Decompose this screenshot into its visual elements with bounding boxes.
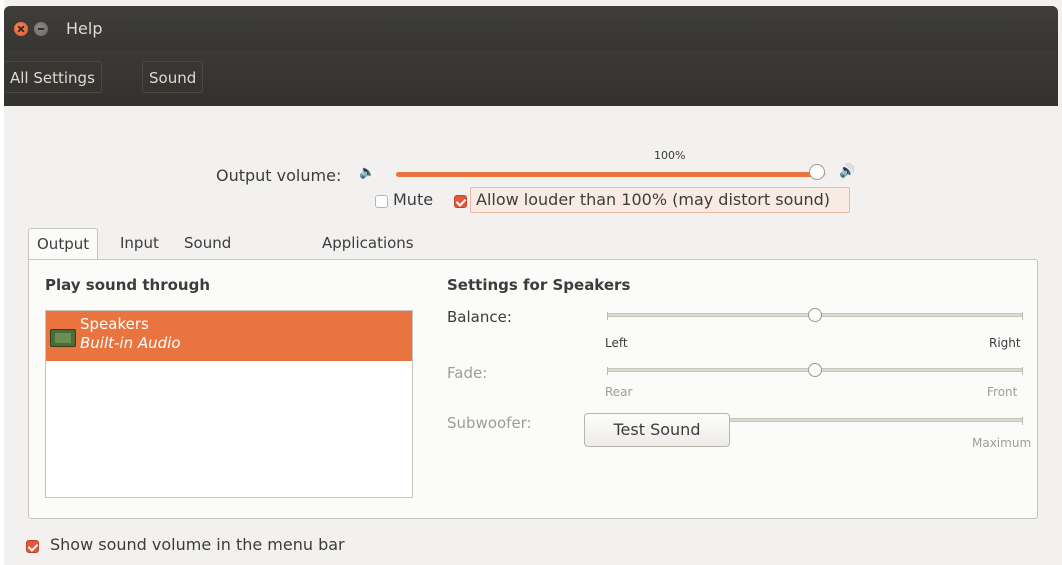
speaker-high-icon: 🔊: [839, 164, 856, 179]
breadcrumb-all-settings[interactable]: All Settings: [4, 61, 102, 93]
tab-output[interactable]: Output: [28, 228, 99, 260]
breadcrumb-sound[interactable]: Sound: [142, 61, 204, 93]
mute-checkbox[interactable]: [375, 195, 388, 208]
play-sound-through-title: Play sound through: [45, 276, 210, 294]
output-volume-slider[interactable]: [396, 172, 826, 177]
toolbar: All Settings Sound: [4, 50, 1058, 106]
balance-min-label: Left: [605, 336, 628, 350]
device-row-speakers[interactable]: Speakers Built-in Audio: [46, 311, 412, 361]
fade-label: Fade:: [447, 364, 488, 382]
fade-max-label: Front: [987, 385, 1018, 399]
volume-percent: 100%: [654, 149, 686, 162]
settings-for-speakers-title: Settings for Speakers: [447, 276, 631, 294]
tab-sound-effects[interactable]: Sound Effects: [176, 228, 243, 282]
tab-applications[interactable]: Applications: [314, 228, 422, 260]
output-volume-label: Output volume:: [216, 166, 342, 185]
subwoofer-right-end: [1022, 417, 1023, 425]
tab-input[interactable]: Input: [112, 228, 167, 260]
balance-label: Balance:: [447, 308, 512, 326]
titlebar: Help: [4, 6, 1058, 50]
speaker-low-icon: 🔈: [359, 165, 376, 180]
allow-louder-checkbox[interactable]: [454, 195, 467, 208]
allow-louder-label[interactable]: Allow louder than 100% (may distort soun…: [476, 190, 830, 209]
device-description: Built-in Audio: [80, 334, 181, 352]
balance-handle[interactable]: [808, 308, 822, 322]
close-icon[interactable]: [14, 22, 28, 36]
fade-min-label: Rear: [605, 385, 633, 399]
balance-right-end: [1022, 312, 1023, 320]
minimize-icon[interactable]: [34, 22, 48, 36]
device-name: Speakers: [80, 315, 149, 333]
show-volume-label[interactable]: Show sound volume in the menu bar: [50, 535, 345, 554]
fade-left-end: [607, 367, 608, 375]
window-title: Help: [66, 19, 103, 38]
fade-handle: [808, 363, 822, 377]
sound-content: Output volume: 🔈 100% 🔊 Mute Allow loude…: [4, 106, 1058, 565]
balance-max-label: Right: [989, 336, 1021, 350]
output-panel: Play sound through Speakers Built-in Aud…: [28, 259, 1038, 519]
output-volume-handle[interactable]: [809, 164, 825, 180]
output-volume-fill: [396, 172, 817, 177]
fade-right-end: [1022, 367, 1023, 375]
subwoofer-max-label: Maximum: [972, 436, 1032, 450]
sound-settings-window: Help All Settings Sound Output volume: 🔈…: [4, 0, 1062, 565]
mute-label: Mute: [393, 190, 434, 209]
test-sound-button[interactable]: Test Sound: [584, 413, 730, 447]
balance-left-end: [607, 312, 608, 320]
show-volume-checkbox[interactable]: [26, 540, 39, 553]
subwoofer-label: Subwoofer:: [447, 414, 532, 432]
speaker-device-icon: [50, 329, 76, 347]
device-list: Speakers Built-in Audio: [45, 310, 413, 498]
